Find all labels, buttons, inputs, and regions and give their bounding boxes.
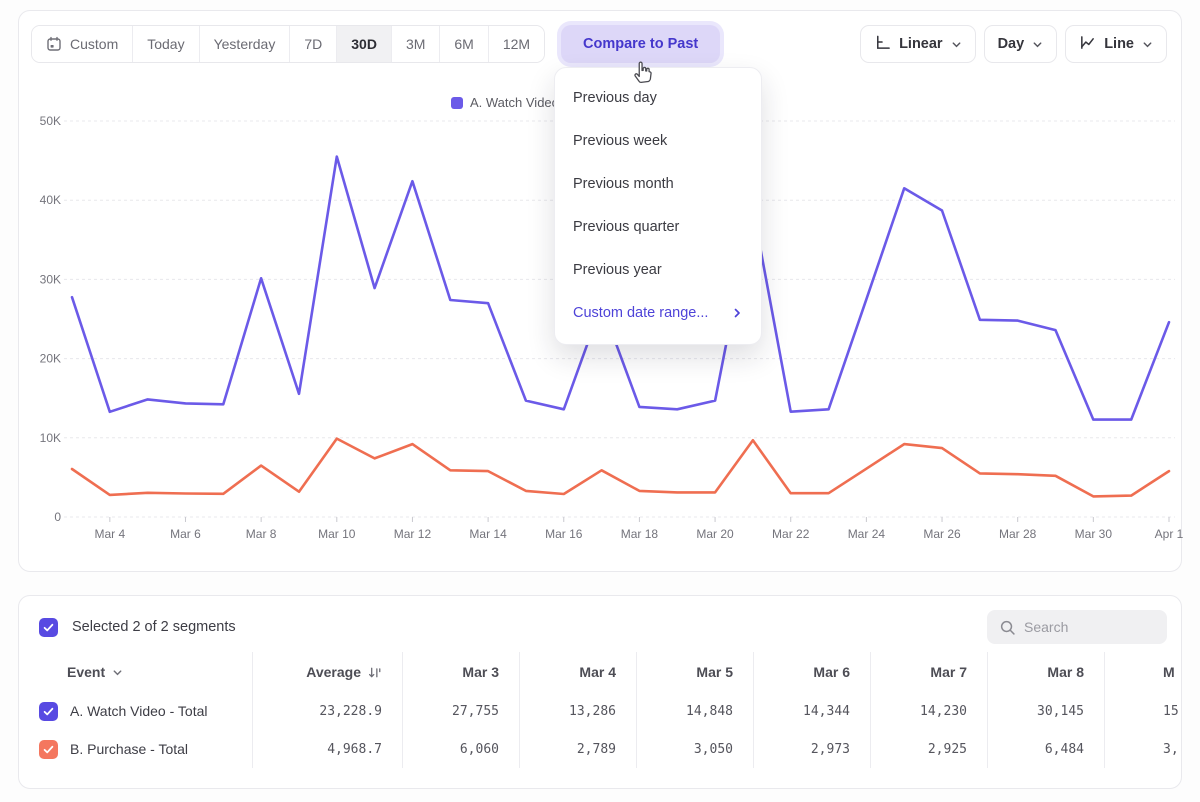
x-axis-tick-label: Mar 30 (1075, 527, 1113, 541)
x-axis-tick-label: Mar 12 (394, 527, 432, 541)
cell-value: 6,484 (988, 730, 1105, 768)
y-axis-tick-label: 50K (40, 114, 61, 128)
segment-label: A. Watch Video - Total (70, 703, 207, 719)
y-axis-tick-label: 10K (40, 431, 61, 445)
select-all-checkbox[interactable] (39, 618, 58, 637)
x-axis-tick-label: Mar 20 (696, 527, 734, 541)
x-axis-tick-label: Mar 6 (170, 527, 201, 541)
cell-value: 2,973 (754, 730, 871, 768)
table-body: A. Watch Video - Total 23,228.927,75513,2… (19, 692, 1181, 768)
x-axis-tick-label: Apr 1 (1155, 527, 1183, 541)
date-header-label: M (1163, 664, 1175, 680)
y-axis-tick-label: 30K (40, 272, 61, 286)
segment-label: B. Purchase - Total (70, 741, 188, 757)
series-line-b (72, 439, 1169, 497)
average-header-label: Average (306, 664, 361, 680)
x-axis-tick-label: Mar 10 (318, 527, 356, 541)
segment-row-b: B. Purchase - Total 4,968.76,0602,7893,05… (19, 730, 1181, 768)
y-axis-tick-label: 0 (54, 510, 61, 524)
table-header-row: Event Average Mar 3 Mar 4 Mar 5 Mar 6 Mar 7 Mar… (19, 652, 1181, 692)
series-a-swatch (451, 97, 463, 109)
menu-item-previous-year[interactable]: Previous year (555, 248, 761, 291)
column-header-mar-5: Mar 5 (637, 652, 754, 692)
menu-item-label: Previous day (573, 90, 657, 106)
x-axis-tick-label: Mar 16 (545, 527, 583, 541)
cell-value: 13,286 (520, 692, 637, 730)
search-icon (999, 619, 1016, 636)
search-input[interactable] (1024, 619, 1144, 635)
cell-value: 3,050 (637, 730, 754, 768)
cell-value: 15, (1105, 692, 1182, 730)
selected-summary: Selected 2 of 2 segments (72, 619, 236, 635)
compare-to-past-menu: Previous day Previous week Previous month P… (554, 67, 762, 345)
row-checkbox[interactable] (39, 702, 58, 721)
chevron-right-icon (731, 307, 743, 319)
menu-item-label: Previous quarter (573, 219, 679, 235)
column-header-mar-4: Mar 4 (520, 652, 637, 692)
column-header-mar-3: Mar 3 (403, 652, 520, 692)
sort-descending-icon (367, 665, 382, 680)
checkmark-icon (42, 743, 55, 756)
cell-value: 6,060 (403, 730, 520, 768)
x-axis-tick-label: Mar 24 (848, 527, 886, 541)
x-axis-tick-label: Mar 14 (469, 527, 507, 541)
column-header-mar-8: Mar 8 (988, 652, 1105, 692)
date-header-label: Mar 6 (813, 664, 850, 680)
checkmark-icon (42, 621, 55, 634)
chevron-down-icon (112, 667, 123, 678)
menu-item-custom-date-range[interactable]: Custom date range... (555, 291, 761, 334)
menu-item-previous-month[interactable]: Previous month (555, 162, 761, 205)
cell-value: 14,230 (871, 692, 988, 730)
date-header-label: Mar 7 (930, 664, 967, 680)
x-axis-tick-label: Mar 28 (999, 527, 1037, 541)
cell-value: 14,344 (754, 692, 871, 730)
menu-item-previous-week[interactable]: Previous week (555, 119, 761, 162)
segments-header: Selected 2 of 2 segments (19, 596, 1181, 652)
cell-average: 4,968.7 (253, 730, 403, 768)
cell-value: 30,145 (988, 692, 1105, 730)
chart-card: CustomTodayYesterday7D30D3M6M12M Compare… (18, 10, 1182, 572)
row-checkbox[interactable] (39, 740, 58, 759)
x-axis-tick-label: Mar 8 (246, 527, 277, 541)
x-axis-tick-label: Mar 18 (621, 527, 659, 541)
date-header-label: Mar 5 (696, 664, 733, 680)
custom-date-range-label: Custom date range... (573, 305, 708, 321)
menu-item-label: Previous week (573, 133, 667, 149)
segment-row-a: A. Watch Video - Total 23,228.927,75513,2… (19, 692, 1181, 730)
date-header-label: Mar 8 (1047, 664, 1084, 680)
search-box (987, 610, 1167, 644)
segment-cell: A. Watch Video - Total (19, 692, 253, 730)
x-axis-tick-label: Mar 4 (94, 527, 125, 541)
date-header-label: Mar 3 (462, 664, 499, 680)
menu-item-label: Previous month (573, 176, 674, 192)
date-header-label: Mar 4 (579, 664, 616, 680)
segments-card: Selected 2 of 2 segments Event Average Mar… (18, 595, 1182, 789)
cell-value: 14,848 (637, 692, 754, 730)
cell-value: 3, (1105, 730, 1182, 768)
x-axis-tick-label: Mar 26 (923, 527, 961, 541)
y-axis-tick-label: 20K (40, 352, 61, 366)
cell-value: 2,789 (520, 730, 637, 768)
column-header-mar-6: Mar 6 (754, 652, 871, 692)
menu-item-previous-quarter[interactable]: Previous quarter (555, 205, 761, 248)
checkmark-icon (42, 705, 55, 718)
segment-cell: B. Purchase - Total (19, 730, 253, 768)
column-header-average[interactable]: Average (253, 652, 403, 692)
event-header-label: Event (67, 664, 105, 680)
column-header-event[interactable]: Event (19, 652, 253, 692)
x-axis-tick-label: Mar 22 (772, 527, 810, 541)
column-header-m: M (1105, 652, 1182, 692)
y-axis-tick-label: 40K (40, 193, 61, 207)
menu-item-label: Previous year (573, 262, 662, 278)
column-header-mar-7: Mar 7 (871, 652, 988, 692)
cell-value: 27,755 (403, 692, 520, 730)
menu-item-previous-day[interactable]: Previous day (555, 76, 761, 119)
cell-value: 2,925 (871, 730, 988, 768)
cell-average: 23,228.9 (253, 692, 403, 730)
